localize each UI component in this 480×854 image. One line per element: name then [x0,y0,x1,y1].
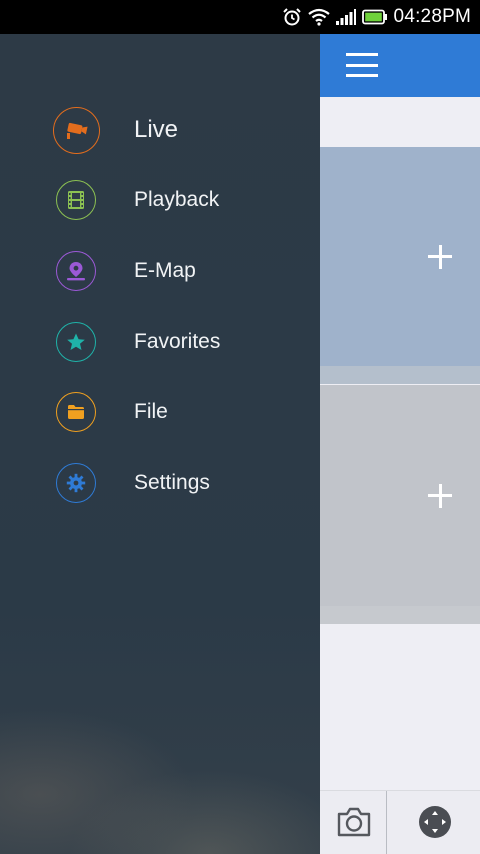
star-icon [56,322,96,362]
hamburger-icon[interactable] [346,51,378,79]
pane-divider [320,606,480,624]
menu-item-label: Favorites [134,330,221,353]
wifi-icon [307,8,330,26]
plus-icon[interactable] [428,483,452,508]
menu-item-label: File [134,400,168,423]
ptz-control-icon[interactable] [418,805,452,839]
menu-item-label: Settings [134,471,210,494]
alarm-icon [282,7,302,27]
battery-icon [361,9,388,25]
video-pane-1[interactable] [320,147,480,366]
app-bar [320,34,480,97]
menu-item-settings[interactable]: Settings [0,451,320,515]
menu-item-live[interactable]: Live [0,98,320,162]
film-icon [56,180,96,220]
camera-icon [53,106,100,154]
bottom-toolbar [320,790,480,854]
screen: 04:28PM Live Playback E-Map Favorites Fi… [0,0,480,854]
navigation-drawer: Live Playback E-Map Favorites File Setti… [0,34,320,854]
menu-item-playback[interactable]: Playback [0,168,320,232]
menu-item-e-map[interactable]: E-Map [0,239,320,303]
status-bar: 04:28PM [0,0,480,34]
menu-item-label: Playback [134,188,220,211]
folder-icon [56,392,96,432]
menu-item-label: E-Map [134,259,196,282]
live-view-main [320,34,480,854]
toolbar-divider [386,791,387,854]
plus-icon[interactable] [428,244,452,269]
video-pane-2[interactable] [320,385,480,606]
pane-divider [320,366,480,384]
camera-snapshot-icon[interactable] [335,803,373,841]
status-time: 04:28PM [393,6,471,27]
map-pin-icon [56,251,96,291]
menu-item-label: Live [134,116,179,143]
signal-icon [335,9,356,25]
menu-item-favorites[interactable]: Favorites [0,310,320,374]
menu-item-file[interactable]: File [0,380,320,444]
gear-icon [56,463,96,503]
